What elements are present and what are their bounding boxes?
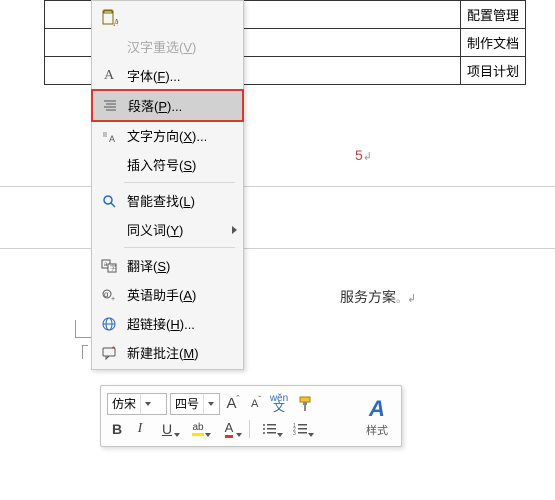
horizontal-rule: [0, 186, 555, 187]
menu-label: 英语助手(A): [127, 285, 233, 304]
dropdown-arrow-icon: [203, 394, 217, 414]
text-highlight-button[interactable]: ab: [184, 418, 212, 440]
svg-text:II: II: [103, 132, 107, 139]
styles-label: 样式: [366, 422, 388, 438]
menu-hyperlink[interactable]: 超链接(H)...: [92, 309, 243, 338]
font-icon: A: [98, 65, 120, 87]
menu-synonym[interactable]: 同义词(Y): [92, 215, 243, 244]
menu-label: 插入符号(S): [127, 155, 233, 174]
document-canvas: ↲ 配置管理 Excel↲ 制作文档 project↲ 项目计划 5↲ 服务方案…: [0, 0, 555, 500]
menu-label: 汉字重选(V): [127, 37, 233, 56]
menu-font[interactable]: A 字体(F)...: [92, 61, 243, 90]
svg-text:+: +: [111, 296, 115, 303]
menu-text-direction[interactable]: IIA 文字方向(X)...: [92, 121, 243, 150]
svg-text:3: 3: [293, 431, 296, 436]
font-name-value: 仿宋: [108, 395, 140, 412]
font-color-button[interactable]: A: [215, 418, 243, 440]
menu-separator: [124, 182, 235, 183]
search-icon: [98, 190, 120, 212]
bullets-button[interactable]: [256, 418, 284, 440]
menu-reselect-hanzi: 汉字重选(V): [92, 32, 243, 61]
list-number-marker: 5↲: [355, 147, 372, 163]
svg-text:*: *: [112, 345, 115, 354]
menu-label: 超链接(H)...: [127, 314, 233, 333]
clipboard-letter-icon: A: [98, 7, 120, 29]
bold-button[interactable]: B: [107, 418, 127, 440]
menu-label: 字体(F)...: [127, 66, 233, 85]
menu-label: 翻译(S): [127, 256, 233, 275]
text-direction-icon: IIA: [98, 125, 120, 147]
font-size-combo[interactable]: 四号: [170, 393, 220, 415]
blank-icon: [98, 154, 120, 176]
font-size-value: 四号: [171, 395, 203, 412]
menu-label: 文字方向(X)...: [127, 126, 233, 145]
context-menu: A 汉字重选(V) A 字体(F)... 段落(P)... IIA 文字方向(X…: [91, 0, 244, 370]
styles-button[interactable]: A 样式: [359, 391, 395, 443]
grow-font-button[interactable]: Aˆ: [223, 393, 243, 415]
menu-insert-symbol[interactable]: 插入符号(S): [92, 150, 243, 179]
svg-text:α: α: [104, 290, 109, 299]
menu-label: 段落(P)...: [128, 96, 232, 115]
format-painter-button[interactable]: [292, 393, 320, 415]
svg-text:字: 字: [110, 264, 116, 272]
menu-new-comment[interactable]: * 新建批注(M): [92, 338, 243, 367]
shrink-font-button[interactable]: Aˇ: [246, 393, 266, 415]
numbering-button[interactable]: 123: [287, 418, 315, 440]
svg-text:A: A: [113, 18, 118, 27]
submenu-arrow-icon: [232, 226, 237, 234]
english-helper-icon: α+: [98, 284, 120, 306]
menu-english-helper[interactable]: α+ 英语助手(A): [92, 280, 243, 309]
menu-paste-special[interactable]: A: [92, 3, 243, 32]
menu-smart-lookup[interactable]: 智能查找(L): [92, 186, 243, 215]
svg-text:a: a: [104, 262, 108, 268]
toolbar-separator: [249, 420, 250, 438]
phonetic-guide-button[interactable]: wěn文: [269, 393, 289, 415]
translate-icon: a字: [98, 255, 120, 277]
globe-icon: [98, 313, 120, 335]
font-name-combo[interactable]: 仿宋: [107, 393, 167, 415]
cell-text: 配置管理: [467, 8, 519, 23]
cell-text: 制作文档: [467, 36, 519, 51]
menu-label: 新建批注(M): [127, 343, 233, 362]
menu-paragraph[interactable]: 段落(P)...: [91, 89, 244, 122]
dropdown-arrow-icon: [140, 394, 154, 414]
styles-icon: A: [369, 396, 385, 422]
horizontal-rule: [0, 248, 555, 249]
blank-icon: [98, 36, 120, 58]
cell-text: 项目计划: [467, 64, 519, 79]
paragraph-icon: [99, 95, 121, 117]
page-corner-mark: [82, 345, 88, 359]
menu-label: 智能查找(L): [127, 191, 233, 210]
mini-toolbar: 仿宋 四号 Aˆ Aˇ wěn文: [100, 385, 402, 447]
menu-separator: [124, 247, 235, 248]
menu-label: 同义词(Y): [127, 220, 233, 239]
underline-button[interactable]: U: [153, 418, 181, 440]
comment-icon: *: [98, 342, 120, 364]
italic-button[interactable]: I: [130, 418, 150, 440]
svg-text:A: A: [109, 134, 115, 144]
menu-translate[interactable]: a字 翻译(S): [92, 251, 243, 280]
blank-icon: [98, 219, 120, 241]
body-text: 服务方案。↲: [340, 287, 416, 307]
